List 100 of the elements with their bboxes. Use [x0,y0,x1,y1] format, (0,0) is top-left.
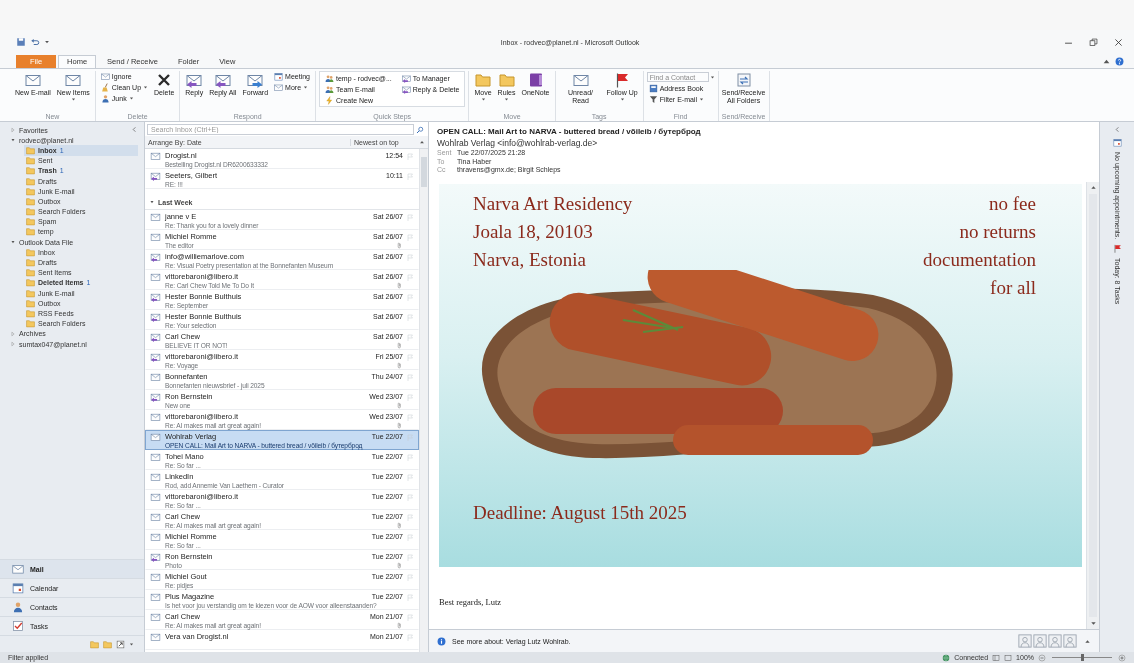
sender-address: Wohlrab Verlag <info@wohlrab-verlag.de> [437,137,599,149]
slider-thumb[interactable] [1080,654,1084,661]
scrollbar-thumb[interactable] [421,157,427,187]
zoom-in-icon[interactable] [1118,653,1126,662]
help-icon[interactable] [1115,57,1124,66]
collapse-caret-icon[interactable] [419,139,425,145]
flag-icon[interactable] [406,394,414,402]
contact-photo-icon[interactable] [1048,634,1062,648]
collapsed-arrow-icon[interactable] [10,127,16,134]
shortcut-icon[interactable] [116,639,125,649]
flag-icon[interactable] [406,534,414,542]
collapse-caret-icon[interactable] [1084,637,1091,645]
collapse-caret-icon[interactable] [1089,184,1097,191]
normal-view-icon[interactable] [992,653,1001,662]
flag-icon[interactable] [406,634,414,642]
checklist-icon [12,620,24,632]
calendar-icon [1112,138,1122,147]
send-receive-icon [735,72,752,88]
poster-text: Deadline: August 15th 2025 [472,501,688,524]
collapse-chevron-icon[interactable] [1113,126,1121,133]
flag-icon[interactable] [406,414,414,422]
flag-icon[interactable] [406,173,414,181]
forward-envelope-icon [247,72,264,88]
poster-text: Narva, Estonia [473,248,587,272]
dropdown-caret-icon[interactable] [1089,620,1097,627]
info-icon [437,636,446,646]
flag-icon[interactable] [406,514,414,522]
flag-icon[interactable] [406,314,414,322]
lightning-icon [325,95,334,105]
flag-icon[interactable] [406,153,414,161]
filter-icon [648,95,658,104]
globe-icon [942,653,951,662]
dropdown-caret-icon[interactable] [44,39,50,45]
flag-icon[interactable] [406,594,414,602]
calendar-icon [274,72,284,81]
dropdown-caret-icon[interactable] [709,74,715,80]
contact-photo-icon[interactable] [1018,634,1032,648]
collapse-caret-icon[interactable] [1102,57,1111,66]
reading-view-icon[interactable] [1004,653,1013,662]
flag-icon[interactable] [406,294,414,302]
message-subject: OPEN CALL: Mail Art to NARVA - buttered bread / võileib / бутерброд [437,126,702,137]
envelope-icon [274,83,284,92]
save-icon[interactable] [16,37,26,47]
undo-icon[interactable] [30,37,40,47]
poster-text: no fee [988,192,1036,216]
flag-icon[interactable] [406,574,414,582]
poster-text: Joala 18, 20103 [473,220,594,244]
poster-text: Narva Art Residency [473,192,633,216]
poster-text: for all [989,276,1036,300]
envelope-icon [65,72,82,88]
contact-photo-icon[interactable] [1033,634,1047,648]
flag-icon[interactable] [406,334,414,342]
flag-icon[interactable] [406,214,414,222]
restore-icon[interactable] [1088,36,1099,48]
dropdown-caret-icon [128,96,134,101]
close-icon[interactable] [1113,36,1124,48]
flag-icon[interactable] [406,614,414,622]
flag-icon[interactable] [406,234,414,242]
flag-icon[interactable] [406,454,414,462]
people-icon [325,73,334,83]
dropdown-caret-icon [70,97,76,102]
flag-icon[interactable] [406,554,414,562]
search-icon[interactable] [416,125,424,134]
flag-icon[interactable] [406,354,414,362]
contact-photo-icon[interactable] [1063,634,1077,648]
dropdown-caret-icon [699,97,704,102]
collapse-chevron-icon[interactable] [131,126,138,133]
scrollbar[interactable] [419,149,428,652]
person-icon [100,94,110,103]
poster-text: documentation [923,248,1036,272]
dropdown-caret-icon [303,85,309,90]
flag-icon[interactable] [406,254,414,262]
notebook-icon [527,72,544,88]
dropdown-caret-icon [143,85,149,90]
folder-icon [498,72,515,88]
zoom-out-icon[interactable] [1038,653,1046,662]
delete-icon [156,72,173,88]
dropdown-caret-icon [504,97,510,102]
calendar-icon [12,582,24,594]
address-book-icon [648,84,658,93]
reply-envelope-icon [214,72,231,88]
flag-icon[interactable] [406,494,414,502]
people-icon [325,84,334,94]
poster-text: no returns [958,220,1036,244]
person-icon [12,601,24,613]
scrollbar[interactable] [1086,182,1099,629]
dropdown-caret-icon[interactable] [129,641,134,647]
flag-icon [614,72,631,88]
envelope-icon [572,72,589,88]
dropdown-caret-icon [619,97,625,102]
flag-icon[interactable] [406,274,414,282]
dropdown-caret-icon [480,97,486,102]
flag-icon[interactable] [406,474,414,482]
flag-icon [1112,244,1122,254]
signature-text: Best regards, Lutz [439,596,503,607]
folder-icon [475,72,491,88]
flag-icon[interactable] [406,374,414,382]
expanded-arrow-icon [149,199,155,205]
broom-icon [100,83,110,92]
envelope-icon [100,72,110,81]
